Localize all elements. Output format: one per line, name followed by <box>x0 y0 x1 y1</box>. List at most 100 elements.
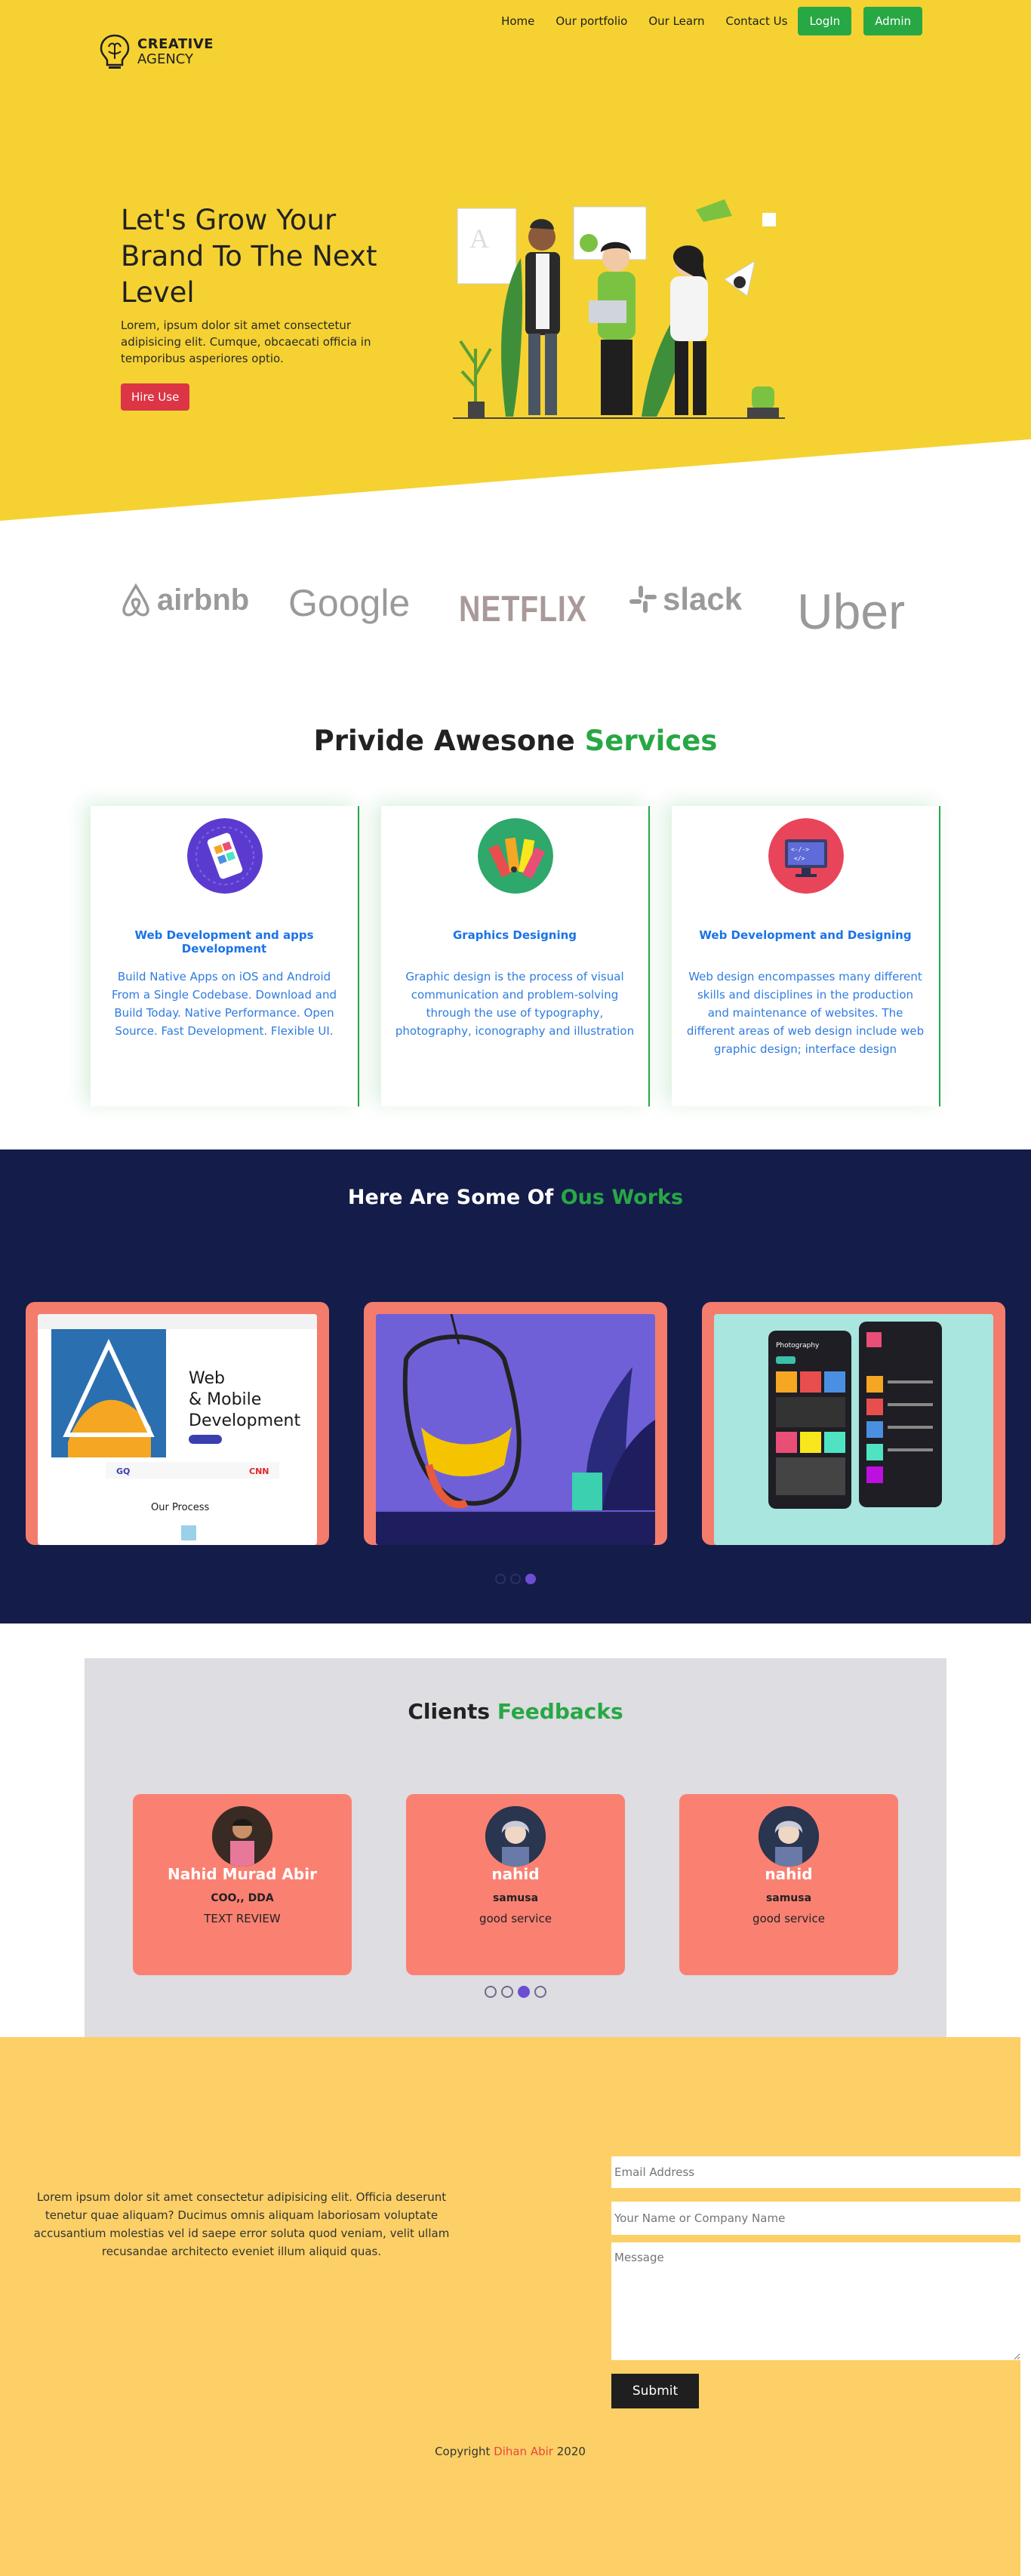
feedback-card: nahid samusa good service <box>679 1794 898 1975</box>
carousel-dot[interactable] <box>495 1574 506 1584</box>
svg-text:GQ: GQ <box>116 1467 130 1476</box>
copyright-prefix: Copyright <box>435 2445 491 2458</box>
avatar <box>485 1806 546 1867</box>
code-monitor-icon: <-/-> </> <box>768 818 844 894</box>
reviewer-company: COO,, DDA <box>211 1892 274 1904</box>
contact-footer: Lorem ipsum dolor sit amet consectetur a… <box>0 2037 1020 2576</box>
slack-logo-icon <box>629 586 657 613</box>
review-text: TEXT REVIEW <box>204 1912 281 1925</box>
works-title-part2: Ous Works <box>560 1186 684 1209</box>
feedback-title-part1: Clients <box>408 1699 491 1724</box>
color-palette-icon <box>478 818 553 894</box>
brand-slack-label: slack <box>663 581 743 617</box>
carousel-dot[interactable] <box>485 1986 497 1998</box>
message-field[interactable] <box>611 2242 1020 2360</box>
airbnb-logo-icon <box>122 583 149 617</box>
feedback-title-part2: Feedbacks <box>497 1699 623 1724</box>
feedback-card: Nahid Murad Abir COO,, DDA TEXT REVIEW <box>133 1794 352 1975</box>
svg-text:Development: Development <box>189 1411 300 1430</box>
svg-text:Our Process: Our Process <box>151 1502 209 1513</box>
hanging-chair-illustration <box>376 1314 655 1545</box>
feedback-carousel-dots <box>85 1986 946 1998</box>
web-mockup-image: Web & Mobile Development GQ CNN Our Proc… <box>38 1314 317 1545</box>
carousel-dot-active[interactable] <box>518 1986 530 1998</box>
service-card-graphics[interactable]: Graphics Designing Graphic design is the… <box>381 806 650 1106</box>
work-card[interactable]: Photography <box>702 1302 1005 1545</box>
mobile-app-icon <box>187 818 263 894</box>
service-title: Web Development and Designing <box>699 928 912 942</box>
hero-title: Let's Grow Your Brand To The Next Level <box>121 204 377 309</box>
logo[interactable]: CREATIVE AGENCY <box>98 33 214 71</box>
svg-text:Photography: Photography <box>776 1342 820 1350</box>
reviewer-name: nahid <box>491 1865 540 1883</box>
nav-portfolio[interactable]: Our portfolio <box>545 6 638 36</box>
brands-strip: airbnb Google NETFLIX slack Uber <box>0 559 1031 664</box>
logo-line1: CREATIVE <box>137 36 214 52</box>
work-card[interactable] <box>364 1302 667 1545</box>
works-title-part1: Here Are Some Of <box>347 1186 554 1209</box>
carousel-dot-active[interactable] <box>525 1574 536 1584</box>
service-text: Web design encompasses many different sk… <box>686 970 925 1056</box>
svg-text:A: A <box>469 223 489 254</box>
review-text: good service <box>752 1912 825 1925</box>
nav-home[interactable]: Home <box>491 6 545 36</box>
service-card-web-apps[interactable]: Web Development and apps Development Bui… <box>91 806 359 1106</box>
work-thumbnail-web: Web & Mobile Development GQ CNN Our Proc… <box>38 1314 317 1545</box>
reviewer-company: samusa <box>492 1892 539 1904</box>
work-thumbnail-illustration <box>376 1314 655 1545</box>
email-field[interactable] <box>611 2156 1020 2188</box>
main-nav: Home Our portfolio Our Learn Contact Us … <box>491 6 922 36</box>
review-text: good service <box>479 1912 552 1925</box>
feedback-section: Clients Feedbacks Nahid Murad Abir COO,,… <box>85 1658 946 2037</box>
page-root: CREATIVE AGENCY Home Our portfolio Our L… <box>0 0 1031 2576</box>
logo-line2: AGENCY <box>137 51 194 67</box>
hire-button[interactable]: Hire Use <box>121 383 190 411</box>
svg-text:</>: </> <box>794 855 805 862</box>
service-text: Build Native Apps on iOS and Android Fro… <box>111 970 337 1038</box>
svg-text:Web: Web <box>189 1369 225 1388</box>
works-title: Here Are Some Of Ous Works <box>0 1186 1031 1209</box>
service-card-web-design[interactable]: <-/-> </> Web Development and Designing … <box>672 806 940 1106</box>
services-title-part2: Services <box>584 725 718 757</box>
carousel-dot[interactable] <box>501 1986 513 1998</box>
svg-text:CNN: CNN <box>249 1467 269 1476</box>
submit-button[interactable]: Submit <box>611 2374 699 2408</box>
copyright: Copyright Dihan Abir 2020 <box>0 2445 1020 2458</box>
services-title-part1: Privide Awesone <box>313 725 575 757</box>
work-thumbnail-app: Photography <box>714 1314 993 1545</box>
brand-google: Google <box>288 582 411 624</box>
brand-airbnb-label: airbnb <box>157 583 250 617</box>
svg-text:<-/->: <-/-> <box>791 846 809 853</box>
svg-text:& Mobile: & Mobile <box>189 1390 261 1409</box>
service-title: Web Development and apps Development <box>134 928 314 956</box>
feedback-card: nahid samusa good service <box>406 1794 625 1975</box>
carousel-dot[interactable] <box>510 1574 521 1584</box>
services-title: Privide Awesone Services <box>0 725 1031 757</box>
feedback-title: Clients Feedbacks <box>85 1699 946 1724</box>
copyright-author-link[interactable]: Dihan Abir <box>494 2445 553 2458</box>
service-text: Graphic design is the process of visual … <box>395 970 635 1038</box>
reviewer-name: nahid <box>765 1865 813 1883</box>
works-section: Here Are Some Of Ous Works Web & Mobile … <box>0 1150 1031 1623</box>
reviewer-company: samusa <box>765 1892 812 1904</box>
work-card[interactable]: Web & Mobile Development GQ CNN Our Proc… <box>26 1302 329 1545</box>
avatar <box>759 1806 819 1867</box>
team-illustration: A <box>453 199 785 419</box>
works-carousel-dots <box>0 1574 1031 1584</box>
brand-airbnb: airbnb <box>119 583 249 617</box>
brand-netflix: NETFLIX <box>459 589 587 629</box>
brand-slack: slack <box>628 581 742 617</box>
photography-app-mockup: Photography <box>714 1314 993 1545</box>
contact-text: Lorem ipsum dolor sit amet consectetur a… <box>33 2190 450 2258</box>
admin-button[interactable]: Admin <box>863 7 922 35</box>
reviewer-name: Nahid Murad Abir <box>168 1865 317 1883</box>
nav-learn[interactable]: Our Learn <box>638 6 715 36</box>
login-button[interactable]: LogIn <box>798 7 852 35</box>
lightbulb-brain-icon <box>100 34 130 69</box>
hero-text: Lorem, ipsum dolor sit amet consectetur … <box>121 319 371 365</box>
nav-contact[interactable]: Contact Us <box>716 6 799 36</box>
carousel-dot[interactable] <box>534 1986 546 1998</box>
name-field[interactable] <box>611 2202 1020 2235</box>
service-title: Graphics Designing <box>452 928 577 942</box>
avatar <box>212 1806 272 1867</box>
